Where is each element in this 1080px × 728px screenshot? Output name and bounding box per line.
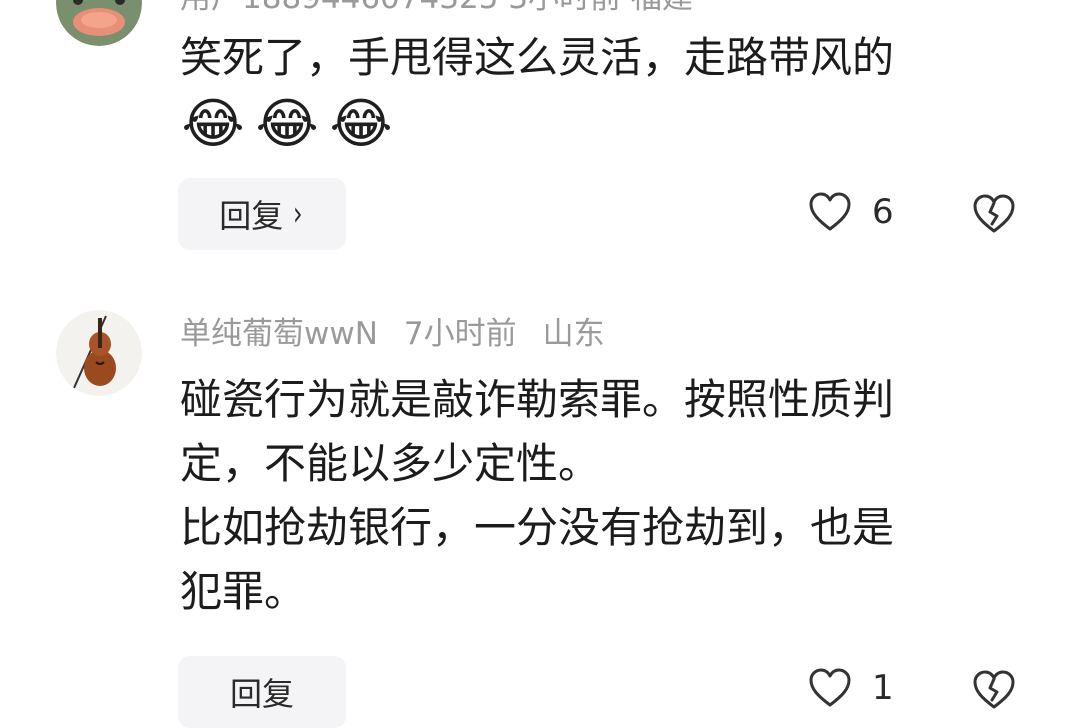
emoji-row: 😂 😂 😂 [180, 94, 394, 154]
comment-text: 碰瓷行为就是敲诈勒索罪。按照性质判 定，不能以多少定性。 比如抢劫银行，一分没有… [180, 375, 895, 616]
like-button[interactable]: 1 [808, 668, 894, 708]
dislike-button[interactable] [972, 194, 1016, 238]
username[interactable]: 单纯葡萄wwN [180, 316, 378, 352]
broken-heart-icon [973, 194, 1015, 233]
heart-icon [809, 668, 851, 707]
reply-button[interactable]: 回复 [178, 656, 346, 728]
like-button[interactable]: 6 [808, 192, 894, 232]
reply-label: 回复 [219, 197, 284, 235]
broken-heart-icon [973, 670, 1015, 709]
reply-button[interactable]: 回复 › [178, 178, 346, 250]
avatar[interactable] [56, 0, 142, 46]
laughing-tears-emoji: 😂 [181, 92, 245, 155]
heart-icon [809, 192, 851, 231]
chevron-right-icon: › [293, 194, 303, 234]
laughing-tears-emoji: 😂 [329, 92, 393, 155]
reply-label: 回复 [229, 675, 294, 713]
like-count: 1 [872, 668, 894, 708]
avatar[interactable] [56, 310, 142, 396]
comment-text: 笑死了，手甩得这么灵活，走路带风的 [180, 33, 895, 82]
laughing-tears-emoji: 😂 [255, 92, 319, 155]
dislike-button[interactable] [972, 670, 1016, 714]
comment-meta: 单纯葡萄wwN 7小时前 山东 [180, 314, 631, 354]
comment-meta-text: 用户1889446074325 3小时前 福建 [180, 0, 693, 16]
location: 山东 [542, 316, 605, 352]
duck-avatar-image [56, 0, 142, 46]
timestamp: 7小时前 [403, 316, 517, 352]
like-count: 6 [872, 192, 894, 232]
violin-avatar-image [56, 310, 142, 396]
comment-meta: 用户1889446074325 3小时前 福建 [180, 0, 719, 18]
